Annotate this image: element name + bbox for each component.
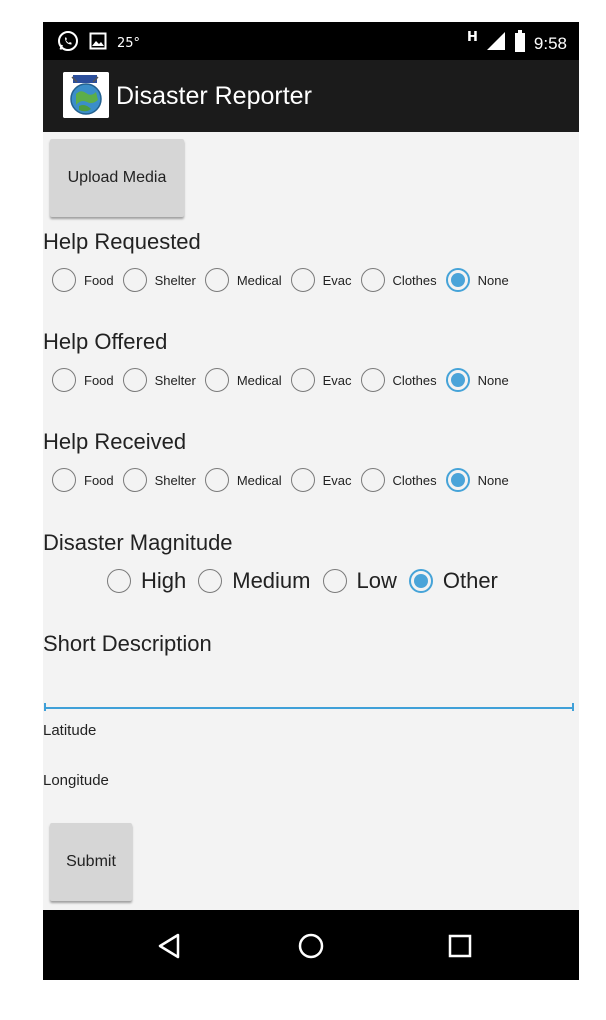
radio-label: None: [477, 372, 509, 388]
radio-label: Other: [442, 568, 498, 593]
radio-circle-checked[interactable]: [445, 368, 470, 392]
image-icon: [89, 32, 107, 55]
radio-label: Shelter: [154, 472, 196, 488]
radio-label: Food: [84, 272, 114, 288]
radio-label: Medical: [236, 272, 282, 288]
radio-circle[interactable]: [107, 569, 131, 593]
radio-label: High: [141, 568, 187, 593]
radio-circle[interactable]: [360, 268, 385, 292]
temperature-text: 25°: [117, 36, 141, 51]
help-offered-option-none[interactable]: None: [445, 368, 509, 392]
radio-circle[interactable]: [122, 268, 147, 292]
radio-circle[interactable]: [52, 268, 76, 292]
help-requested-option-evac[interactable]: Evac: [290, 268, 352, 292]
help-requested-option-shelter[interactable]: Shelter: [122, 268, 196, 292]
help-received-option-clothes[interactable]: Clothes: [360, 468, 437, 492]
radio-label: Clothes: [392, 272, 437, 288]
input-underline-tick-right: [572, 703, 574, 711]
phone-screen: 25° H 9:58 Disaster Reporter Upload Medi…: [43, 22, 579, 980]
help-received-option-none[interactable]: None: [445, 468, 509, 492]
help-offered-option-shelter[interactable]: Shelter: [122, 368, 196, 392]
app-bar: Disaster Reporter: [43, 60, 579, 132]
help-received-option-evac[interactable]: Evac: [290, 468, 352, 492]
help-offered-option-evac[interactable]: Evac: [290, 368, 352, 392]
help-received-label: Help Received: [43, 429, 187, 454]
radio-label: Shelter: [154, 372, 196, 388]
radio-label: Food: [84, 372, 114, 388]
radio-circle[interactable]: [204, 468, 229, 492]
magnitude-option-low[interactable]: Low: [322, 568, 397, 594]
help-offered-option-medical[interactable]: Medical: [204, 368, 282, 392]
radio-label: None: [477, 272, 509, 288]
magnitude-option-other[interactable]: Other: [408, 568, 498, 594]
radio-circle[interactable]: [52, 468, 76, 492]
radio-circle-checked[interactable]: [445, 268, 470, 292]
signal-icon: [486, 31, 506, 56]
radio-circle[interactable]: [290, 368, 315, 392]
radio-circle[interactable]: [198, 569, 223, 593]
battery-icon: [514, 30, 526, 57]
globe-logo-icon: [63, 72, 109, 118]
help-received-option-medical[interactable]: Medical: [204, 468, 282, 492]
radio-label: Food: [84, 472, 114, 488]
radio-circle[interactable]: [360, 468, 385, 492]
longitude-label: Longitude: [43, 772, 109, 789]
help-requested-label: Help Requested: [43, 229, 201, 254]
help-requested-option-none[interactable]: None: [445, 268, 509, 292]
latitude-label: Latitude: [43, 722, 97, 739]
radio-circle[interactable]: [290, 468, 315, 492]
radio-label: Medical: [236, 372, 282, 388]
help-received-option-food[interactable]: Food: [52, 468, 114, 492]
help-requested-option-clothes[interactable]: Clothes: [360, 268, 437, 292]
short-description-label: Short Description: [43, 631, 212, 656]
navigation-bar: [43, 910, 579, 980]
submit-button[interactable]: Submit: [50, 823, 132, 901]
radio-label: Medium: [232, 568, 311, 593]
radio-circle[interactable]: [204, 368, 229, 392]
help-offered-label: Help Offered: [43, 329, 168, 354]
radio-circle[interactable]: [360, 368, 385, 392]
network-type-text: H: [467, 30, 478, 45]
radio-label: Clothes: [392, 472, 437, 488]
input-underline-tick-left: [44, 703, 46, 711]
clock-text: 9:58: [533, 33, 567, 53]
radio-circle[interactable]: [122, 468, 147, 492]
magnitude-option-medium[interactable]: Medium: [198, 568, 311, 594]
radio-label: Clothes: [392, 372, 437, 388]
short-description-input[interactable]: [44, 677, 574, 709]
status-bar: 25° H 9:58: [43, 22, 579, 60]
help-requested-option-medical[interactable]: Medical: [204, 268, 282, 292]
radio-label: Low: [356, 568, 397, 593]
disaster-magnitude-group: High Medium Low Other: [107, 568, 510, 594]
radio-circle-checked[interactable]: [445, 468, 470, 492]
help-received-option-shelter[interactable]: Shelter: [122, 468, 196, 492]
radio-circle[interactable]: [122, 368, 147, 392]
radio-label: Shelter: [154, 272, 196, 288]
home-circle-icon[interactable]: [291, 928, 331, 964]
help-offered-option-clothes[interactable]: Clothes: [360, 368, 437, 392]
radio-circle[interactable]: [204, 268, 229, 292]
back-triangle-icon[interactable]: [149, 928, 189, 964]
disaster-magnitude-label: Disaster Magnitude: [43, 530, 233, 555]
help-requested-group: Food Shelter Medical Evac Clothes None: [52, 268, 518, 292]
help-requested-option-food[interactable]: Food: [52, 268, 114, 292]
radio-label: Evac: [322, 372, 352, 388]
help-received-group: Food Shelter Medical Evac Clothes None: [52, 468, 518, 492]
radio-label: Evac: [322, 272, 352, 288]
radio-label: Medical: [236, 472, 282, 488]
app-title: Disaster Reporter: [116, 82, 312, 110]
help-offered-group: Food Shelter Medical Evac Clothes None: [52, 368, 518, 392]
recents-square-icon[interactable]: [440, 928, 480, 964]
radio-circle-checked[interactable]: [408, 569, 433, 593]
radio-circle[interactable]: [322, 569, 347, 593]
radio-label: Evac: [322, 472, 352, 488]
whatsapp-icon: [57, 30, 79, 57]
magnitude-option-high[interactable]: High: [107, 568, 186, 594]
help-offered-option-food[interactable]: Food: [52, 368, 114, 392]
radio-label: None: [477, 472, 509, 488]
upload-media-button[interactable]: Upload Media: [50, 139, 184, 217]
radio-circle[interactable]: [290, 268, 315, 292]
radio-circle[interactable]: [52, 368, 76, 392]
